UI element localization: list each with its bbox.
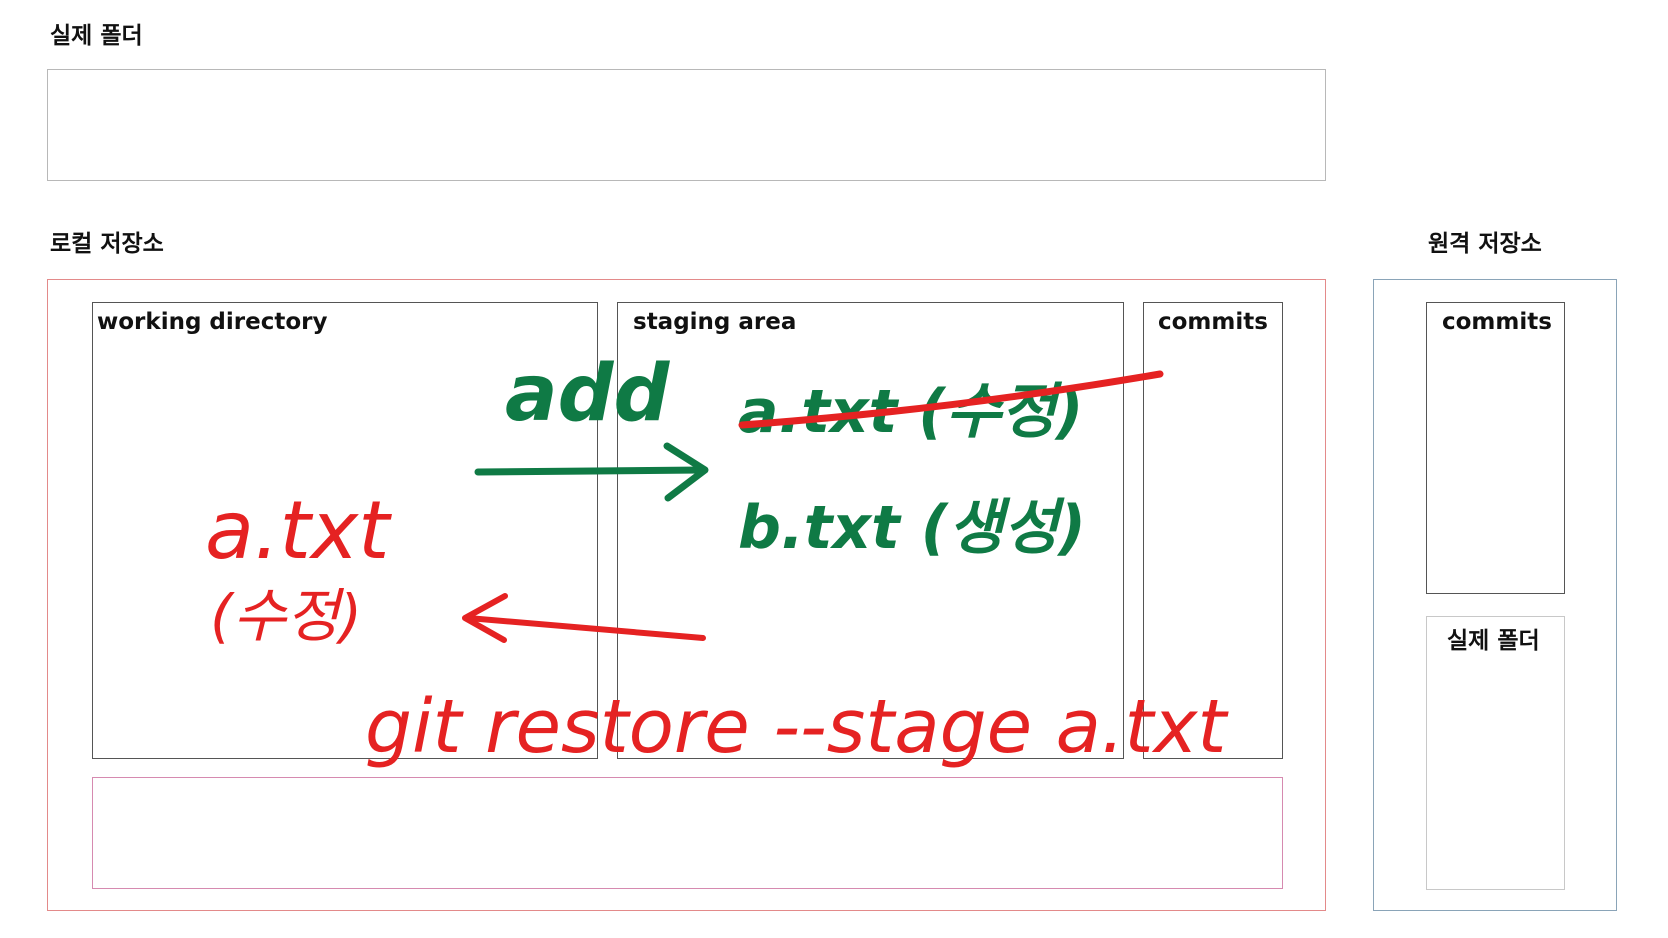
remote-real-folder-label: 실제 폴더 — [1447, 628, 1540, 654]
staging-area-panel: staging area — [617, 302, 1124, 759]
top-folder-box — [47, 69, 1326, 181]
top-folder-title: 실제 폴더 — [50, 23, 143, 49]
working-directory-label: working directory — [97, 309, 328, 335]
local-bottom-box — [92, 777, 1283, 889]
remote-real-folder-panel: 실제 폴더 — [1426, 616, 1565, 890]
remote-commits-label: commits — [1442, 309, 1552, 335]
remote-commits-panel: commits — [1426, 302, 1565, 594]
local-commits-label: commits — [1158, 309, 1268, 335]
remote-repo-box: commits 실제 폴더 — [1373, 279, 1617, 911]
staging-area-label: staging area — [633, 309, 797, 335]
remote-repo-title: 원격 저장소 — [1428, 231, 1542, 257]
local-repo-title: 로컬 저장소 — [50, 231, 164, 257]
working-directory-panel: working directory — [92, 302, 598, 759]
local-commits-panel: commits — [1143, 302, 1283, 759]
